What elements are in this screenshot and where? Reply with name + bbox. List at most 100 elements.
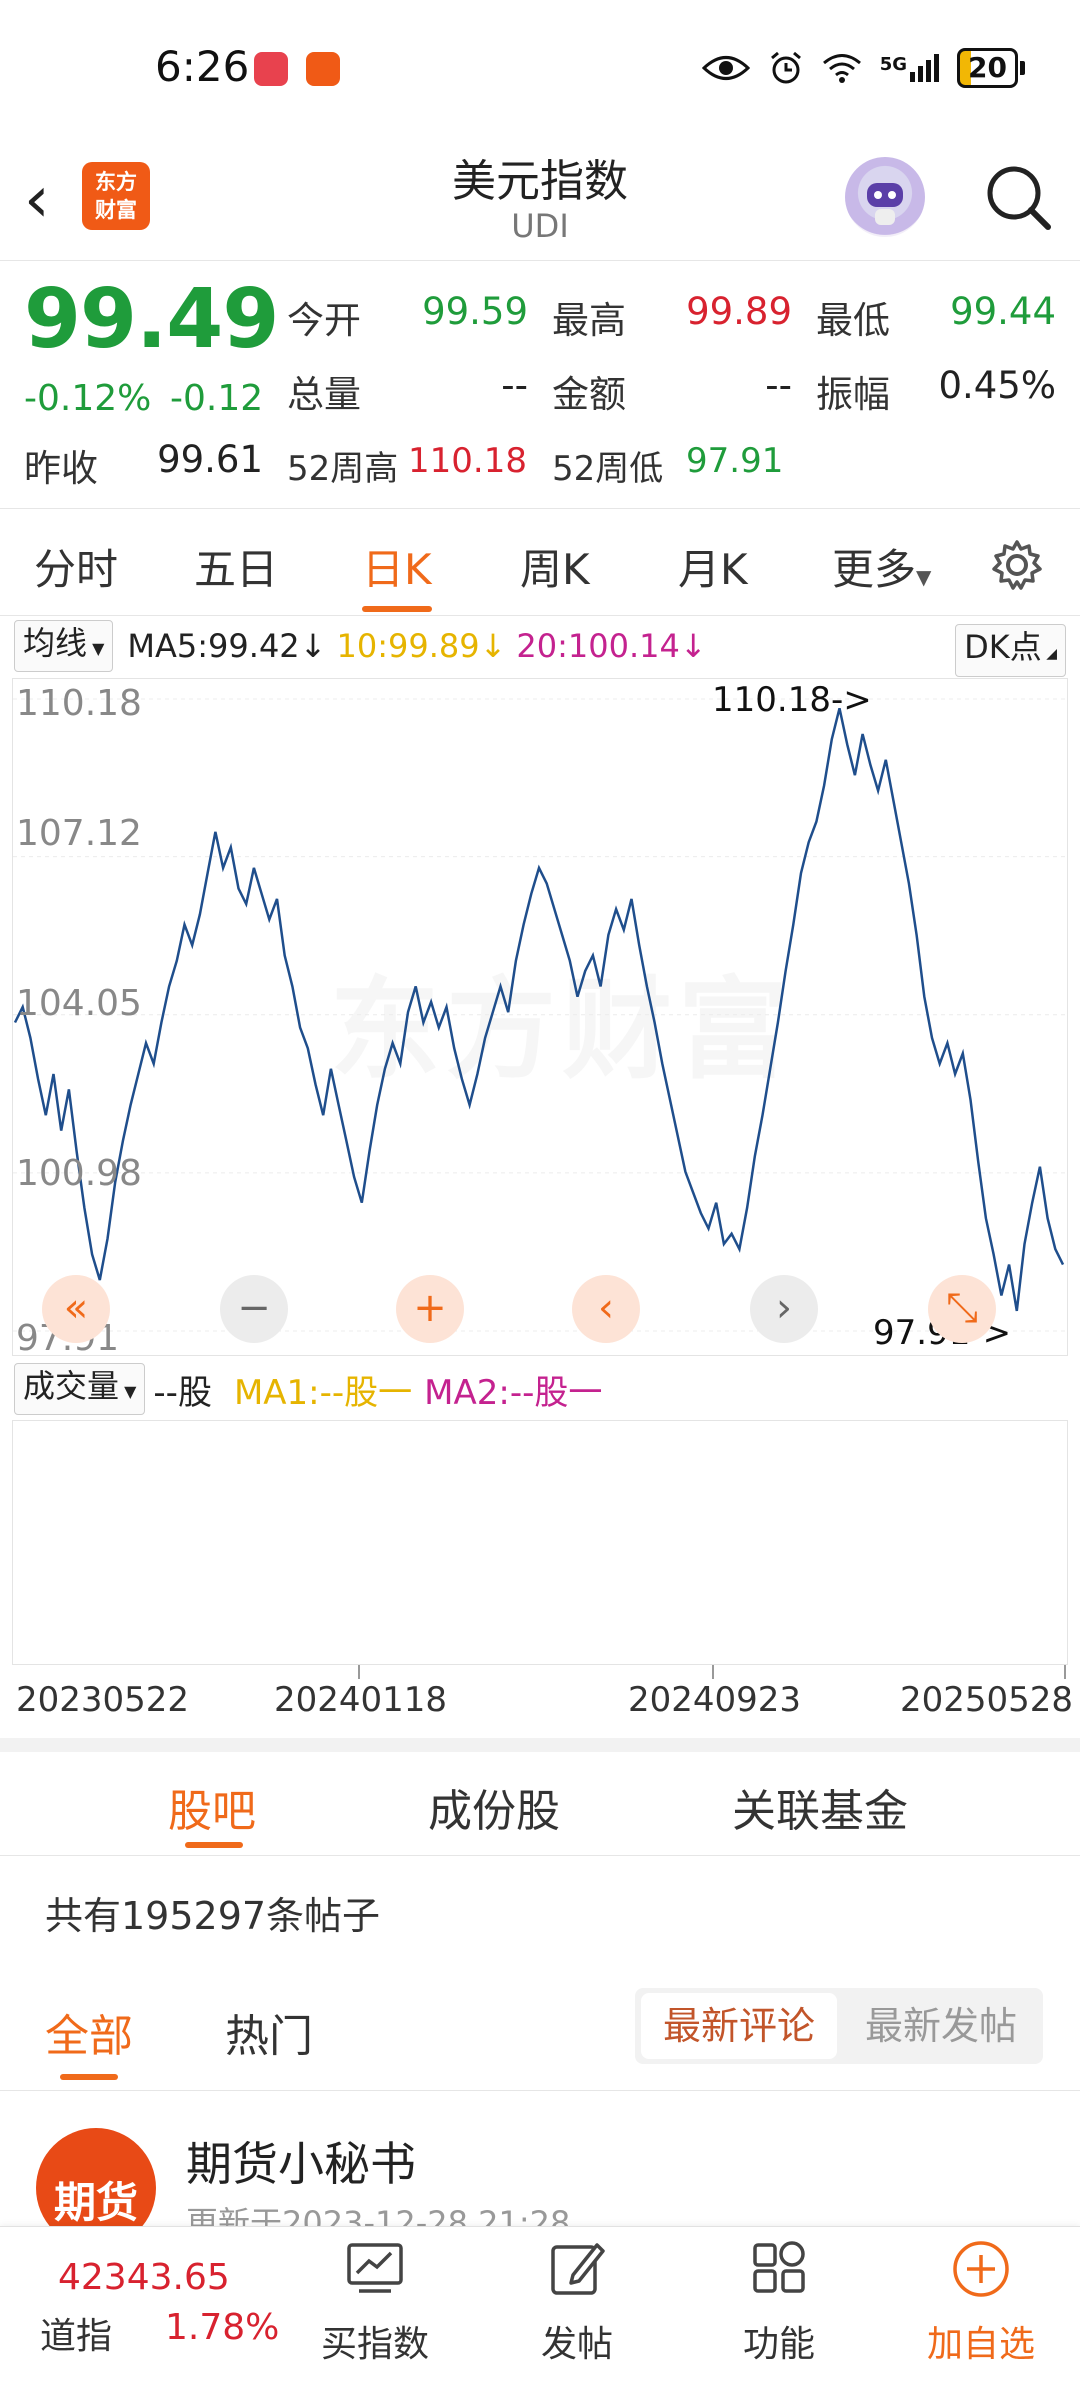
plus-circle-icon [953, 2241, 1009, 2297]
scroll-left-button[interactable]: ‹ [572, 1275, 640, 1343]
sort-latest-post[interactable]: 最新发帖 [845, 1993, 1037, 2059]
filter-hot[interactable]: 热门 [225, 2000, 313, 2064]
chevron-down-icon: ▼ [119, 1382, 137, 1401]
post-button[interactable]: 发帖 [502, 2237, 652, 2367]
add-watchlist-button[interactable]: 加自选 [906, 2237, 1056, 2367]
y-tick-label: 107.12 [16, 813, 142, 854]
dk-points-button[interactable]: DK点 ◢ [955, 624, 1066, 677]
price-line [13, 707, 1065, 1312]
assistant-robot-icon[interactable] [845, 157, 925, 237]
volume-chart[interactable] [12, 1420, 1068, 1665]
filter-all[interactable]: 全部 [45, 2000, 133, 2064]
status-bar: 6:26 5G 20 [0, 0, 1080, 145]
prev-close-label: 昨收 [24, 447, 98, 490]
fullscreen-button[interactable]: ⤡ [928, 1275, 996, 1343]
last-price: 99.49 [24, 272, 279, 367]
tab-five-day[interactable]: 五日 [194, 536, 278, 597]
volume-value: -- [501, 364, 528, 407]
amplitude-label: 振幅 [816, 373, 890, 416]
ma10-arrow: ↓ [479, 627, 507, 665]
notification-app-icon-2 [306, 52, 340, 86]
ma-selector-label: 均线 [23, 624, 88, 662]
volume-value: --股 [153, 1372, 212, 1413]
ma20-value: 20:100.14 [516, 627, 680, 665]
x-tick-label: 20230522 [16, 1680, 190, 1720]
tab-weekly-k[interactable]: 周K [520, 536, 590, 597]
tab-monthly-k[interactable]: 月K [678, 536, 748, 597]
volume-legend: 成交量 ▼ --股 MA1:--股一 MA2:--股一 [14, 1363, 603, 1415]
y-tick-label: 104.05 [16, 983, 142, 1024]
tab-related-funds[interactable]: 关联基金 [732, 1775, 908, 1839]
gear-icon[interactable] [990, 538, 1044, 592]
battery-level: 20 [957, 48, 1018, 88]
status-indicators: 5G 20 [701, 48, 1025, 88]
tab-constituents[interactable]: 成份股 [428, 1775, 560, 1839]
volume-label: 总量 [287, 373, 361, 416]
open-value: 99.59 [422, 290, 528, 333]
price-chart[interactable] [12, 678, 1068, 1356]
x-tick-label: 20240118 [274, 1680, 448, 1720]
tab-intraday[interactable]: 分时 [34, 536, 118, 597]
network-type: 5G [879, 54, 908, 75]
active-tab-indicator [362, 606, 432, 612]
grid-apps-icon [753, 2241, 805, 2293]
buy-index-button[interactable]: 买指数 [300, 2237, 450, 2367]
tab-guba[interactable]: 股吧 [168, 1775, 256, 1839]
dow-index-name[interactable]: 道指 [40, 2307, 112, 2359]
zoom-in-button[interactable]: + [396, 1275, 464, 1343]
edit-icon [551, 2243, 605, 2295]
divider [0, 508, 1080, 509]
battery-icon: 20 [957, 48, 1025, 88]
chevron-down-icon: ▼ [916, 565, 932, 589]
add-watchlist-label: 加自选 [926, 2324, 1035, 2365]
buy-index-label: 买指数 [320, 2324, 429, 2365]
open-label: 今开 [287, 299, 361, 342]
volume-selector-label: 成交量 [23, 1367, 120, 1405]
volume-selector[interactable]: 成交量 ▼ [14, 1363, 146, 1415]
max-price-label: 110.18-> [712, 680, 872, 720]
y-tick-label: 100.98 [16, 1153, 142, 1194]
high-label: 最高 [552, 299, 626, 342]
divider [0, 1855, 1080, 1856]
x-tick-mark [358, 1665, 360, 1679]
wk52-high-label: 52周高 [287, 449, 399, 489]
functions-button[interactable]: 功能 [704, 2237, 854, 2367]
ma5-value: MA5:99.42 [127, 627, 300, 665]
dk-label: DK点 [964, 628, 1042, 666]
wk52-high-value: 110.18 [408, 441, 527, 481]
volume-ma2: MA2:--股一 [424, 1372, 603, 1413]
post-username[interactable]: 期货小秘书 [186, 2128, 416, 2194]
dow-index-value[interactable]: 42343.65 [58, 2257, 230, 2298]
search-icon[interactable] [978, 157, 1058, 237]
posts-count: 共有195297条帖子 [45, 1894, 381, 1938]
tab-more-label: 更多 [832, 545, 917, 594]
divider [0, 2090, 1080, 2091]
tab-daily-k[interactable]: 日K [362, 536, 432, 597]
sort-latest-comment[interactable]: 最新评论 [641, 1993, 837, 2059]
section-gap [0, 1738, 1080, 1752]
divider [0, 615, 1080, 616]
ma5-arrow: ↓ [299, 627, 327, 665]
change-percent: -0.12% [24, 378, 152, 419]
chart-board-icon [347, 2243, 403, 2293]
wk52-low-value: 97.91 [686, 441, 784, 481]
ma-legend: 均线 ▼ MA5:99.42 ↓ 10:99.89 ↓ 20:100.14 ↓ [14, 620, 707, 672]
ma-selector[interactable]: 均线 ▼ [14, 620, 114, 672]
eye-icon [701, 56, 750, 80]
active-tab-indicator [185, 1842, 243, 1848]
x-tick-mark [1064, 1665, 1066, 1679]
low-value: 99.44 [950, 290, 1056, 333]
amplitude-value: 0.45% [938, 364, 1056, 407]
notification-app-icon [254, 52, 288, 86]
scroll-right-button[interactable]: › [750, 1275, 818, 1343]
dow-index-change[interactable]: 1.78% [165, 2307, 279, 2348]
tab-more[interactable]: 更多▼ [832, 536, 931, 597]
status-time: 6:26 [155, 42, 250, 91]
y-tick-label: 110.18 [16, 683, 142, 724]
zoom-out-button[interactable]: − [220, 1275, 288, 1343]
high-value: 99.89 [686, 290, 792, 333]
cell-signal-icon: 5G [879, 54, 940, 82]
low-label: 最低 [816, 299, 890, 342]
wifi-icon [822, 54, 861, 83]
scroll-start-button[interactable]: « [42, 1275, 110, 1343]
